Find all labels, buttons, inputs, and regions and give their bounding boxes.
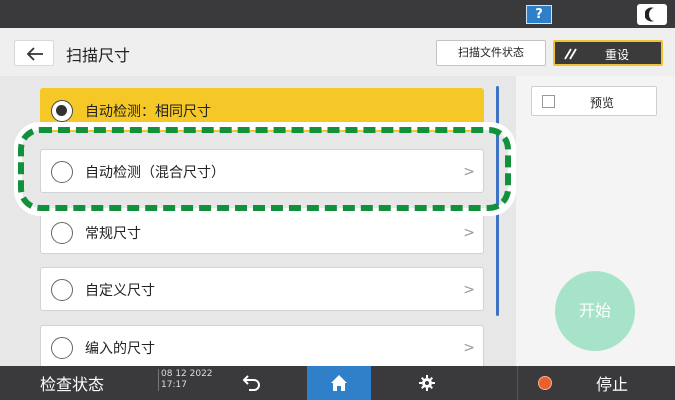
return-button[interactable] — [242, 374, 262, 396]
option-label: 自动检测：相同尺寸 — [85, 104, 211, 120]
reset-button[interactable]: 重设 — [553, 40, 663, 66]
size-option-list: 自动检测：相同尺寸 自动检测（混合尺寸） > 常规尺寸 > 自定义尺寸 > 编入… — [0, 76, 516, 366]
stop-button[interactable]: 停止 — [517, 366, 675, 400]
preview-label: 预览 — [590, 96, 615, 110]
page-title: 扫描尺寸 — [66, 46, 131, 65]
date-text: 08 12 2022 — [161, 369, 213, 379]
scrollbar[interactable] — [496, 86, 499, 316]
home-button[interactable] — [307, 366, 371, 400]
header: 扫描尺寸 扫描文件状态 重设 — [0, 28, 675, 76]
reset-icon — [564, 48, 577, 60]
date-time: 08 12 2022 17:17 — [158, 369, 213, 391]
reset-label: 重设 — [605, 48, 630, 62]
bottom-bar: 检查状态 08 12 2022 17:17 停止 — [0, 366, 675, 400]
option-label: 编入的尺寸 — [85, 341, 155, 357]
help-button[interactable]: ? — [526, 5, 552, 24]
radio-icon — [51, 337, 73, 359]
option-regular-size[interactable]: 常规尺寸 > — [40, 210, 484, 254]
stop-icon — [538, 376, 552, 390]
radio-selected-icon — [51, 100, 73, 122]
settings-button[interactable] — [418, 374, 436, 396]
chevron-right-icon: > — [463, 225, 475, 241]
home-icon — [331, 375, 347, 391]
check-status-button[interactable]: 检查状态 — [40, 371, 104, 395]
radio-icon — [51, 161, 73, 183]
scan-file-status-button[interactable]: 扫描文件状态 — [436, 40, 546, 66]
chevron-right-icon: > — [463, 164, 475, 180]
side-panel: 预览 开始 — [516, 76, 675, 366]
radio-icon — [51, 222, 73, 244]
preview-toggle[interactable]: 预览 — [531, 86, 657, 116]
stop-label: 停止 — [596, 375, 629, 394]
energy-saver-button[interactable] — [637, 4, 667, 25]
radio-icon — [51, 279, 73, 301]
checkbox-icon — [542, 95, 555, 108]
status-bar: ? — [0, 0, 675, 28]
chevron-right-icon: > — [463, 340, 475, 356]
arrow-left-icon — [26, 47, 43, 61]
gear-icon — [419, 375, 435, 391]
time-text: 17:17 — [161, 380, 187, 390]
return-icon — [242, 375, 260, 391]
back-button[interactable] — [14, 40, 54, 66]
start-button[interactable]: 开始 — [555, 271, 635, 351]
moon-icon — [645, 7, 654, 22]
option-label: 自动检测（混合尺寸） — [85, 165, 225, 181]
option-label: 常规尺寸 — [85, 226, 141, 242]
option-programmed-size[interactable]: 编入的尺寸 > — [40, 325, 484, 366]
option-label: 自定义尺寸 — [85, 283, 155, 299]
option-auto-detect-same-size[interactable]: 自动检测：相同尺寸 — [40, 88, 484, 132]
chevron-right-icon: > — [463, 282, 475, 298]
option-custom-size[interactable]: 自定义尺寸 > — [40, 267, 484, 311]
option-auto-detect-mixed-size[interactable]: 自动检测（混合尺寸） > — [40, 149, 484, 193]
